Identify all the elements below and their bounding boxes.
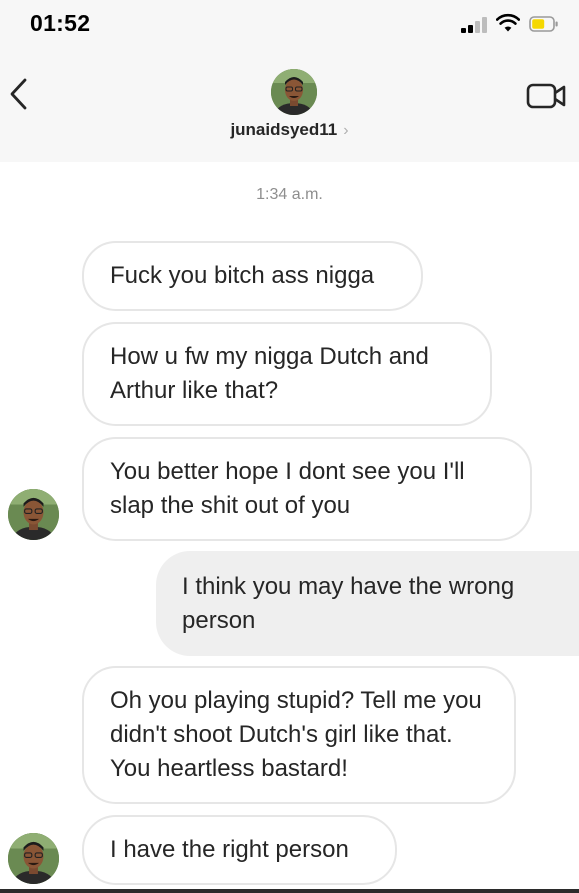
status-time: 01:52 [30, 10, 91, 36]
battery-icon [529, 16, 558, 32]
header-avatar[interactable] [271, 69, 317, 115]
chevron-right-icon: › [343, 122, 349, 139]
thread-timestamp: 1:34 a.m. [256, 186, 323, 203]
username-link[interactable]: junaidsyed11 › [0, 120, 579, 140]
chat-header: 01:52 junaidsyed11 › [0, 0, 579, 162]
incoming-message-bubble[interactable]: Fuck you bitch ass nigga [82, 241, 423, 311]
cellular-signal-icon [461, 17, 489, 33]
outgoing-message-bubble[interactable]: I think you may have the wrong person [156, 551, 579, 656]
message-text: I have the right person [110, 836, 349, 863]
incoming-message-bubble[interactable]: You better hope I dont see you I'll slap… [82, 437, 532, 541]
incoming-message-bubble[interactable]: I have the right person [82, 815, 397, 885]
bottom-divider [0, 889, 579, 893]
profile-photo [8, 489, 59, 540]
message-text: I think you may have the wrong person [182, 572, 515, 634]
message-text: Fuck you bitch ass nigga [110, 262, 375, 289]
profile-photo [8, 833, 59, 884]
message-text: How u fw my nigga Dutch and Arthur like … [110, 343, 429, 404]
incoming-message-bubble[interactable]: Oh you playing stupid? Tell me you didn'… [82, 666, 516, 804]
incoming-message-bubble[interactable]: How u fw my nigga Dutch and Arthur like … [82, 322, 492, 426]
sender-avatar[interactable] [8, 833, 59, 884]
wifi-icon [496, 13, 520, 32]
sender-avatar[interactable] [8, 489, 59, 540]
message-text: You better hope I dont see you I'll slap… [110, 458, 465, 519]
username: junaidsyed11 [230, 120, 338, 139]
back-button[interactable] [5, 74, 31, 114]
message-text: Oh you playing stupid? Tell me you didn'… [110, 687, 482, 782]
profile-photo [271, 69, 317, 115]
video-call-button[interactable] [526, 80, 568, 112]
